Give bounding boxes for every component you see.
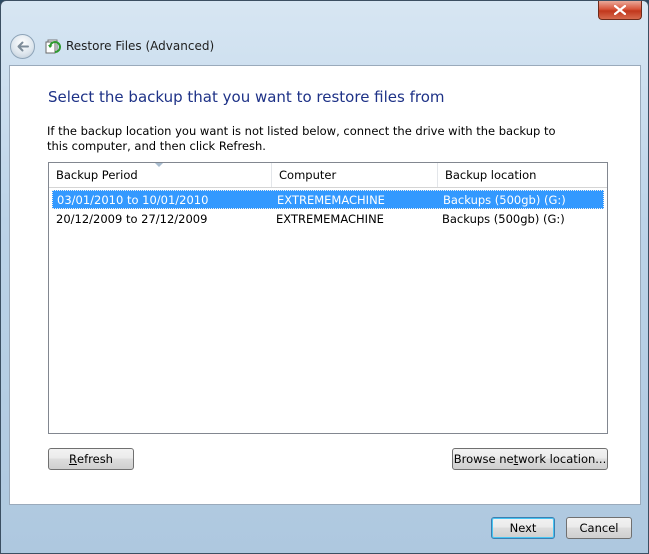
column-label: Computer [279, 168, 337, 182]
navigation-bar: Restore Files (Advanced) [10, 32, 214, 60]
sort-ascending-icon [155, 163, 163, 167]
column-label: Backup Period [56, 168, 138, 182]
column-label: Backup location [445, 168, 537, 182]
button-label: work location... [518, 452, 607, 466]
restore-files-window: Restore Files (Advanced) Select the back… [0, 0, 649, 554]
cell-backup-period: 03/01/2010 to 10/01/2010 [57, 192, 209, 207]
back-arrow-icon [17, 41, 29, 51]
column-header-backup-period[interactable]: Backup Period [49, 163, 272, 187]
cell-computer: EXTREMEMACHINE [276, 211, 384, 226]
content-panel: Select the backup that you want to resto… [9, 65, 641, 539]
list-header: Backup Period Computer Backup location [49, 163, 607, 188]
cell-backup-location: Backups (500gb) (G:) [443, 192, 566, 207]
table-row[interactable]: 03/01/2010 to 10/01/2010 EXTREMEMACHINE … [52, 190, 604, 209]
button-label: Browse ne [453, 452, 514, 466]
close-x-icon [614, 5, 626, 15]
window-title: Restore Files (Advanced) [66, 39, 215, 53]
access-key: R [69, 452, 78, 466]
instructions-text: If the backup location you want is not l… [47, 124, 556, 153]
close-button[interactable] [598, 1, 642, 20]
column-header-backup-location[interactable]: Backup location [438, 163, 607, 187]
table-row[interactable]: 20/12/2009 to 27/12/2009 EXTREMEMACHINE … [52, 209, 604, 228]
next-button[interactable]: Next [491, 517, 555, 539]
cell-computer: EXTREMEMACHINE [277, 192, 385, 207]
page-heading: Select the backup that you want to resto… [48, 88, 445, 106]
list-rows: 03/01/2010 to 10/01/2010 EXTREMEMACHINE … [49, 188, 607, 228]
cancel-button[interactable]: Cancel [566, 517, 632, 539]
column-header-computer[interactable]: Computer [272, 163, 438, 187]
backup-list[interactable]: Backup Period Computer Backup location 0… [48, 162, 608, 434]
cell-backup-location: Backups (500gb) (G:) [442, 211, 565, 226]
button-label: efresh [77, 452, 113, 466]
back-button[interactable] [10, 33, 35, 59]
refresh-button[interactable]: Refresh [48, 448, 134, 470]
cell-backup-period: 20/12/2009 to 27/12/2009 [56, 211, 208, 226]
restore-files-icon [45, 39, 61, 54]
browse-network-location-button[interactable]: Browse ne t work location... [452, 448, 608, 470]
